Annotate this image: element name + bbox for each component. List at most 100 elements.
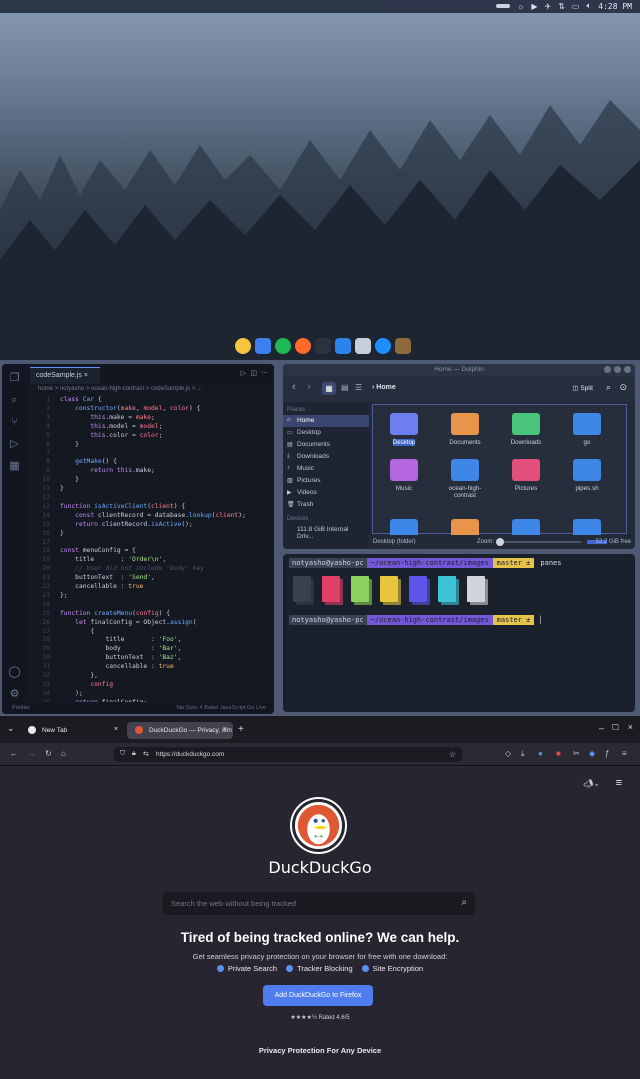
tab-duckduckgo[interactable]: DuckDuckGo — Privacy, sim × [127, 722, 233, 739]
account-icon[interactable]: ◯ [8, 666, 21, 678]
minimize-icon[interactable]: – [599, 723, 604, 733]
maximize-icon[interactable]: ☐ [612, 723, 619, 732]
terminal-window[interactable]: notyasho@yasho-pc ~/ocean-high-contrast/… [283, 554, 635, 712]
tab-codesample[interactable]: codeSample.js × [30, 367, 100, 384]
places-item[interactable]: ▤ Documents [283, 439, 369, 451]
close-button[interactable] [624, 366, 631, 373]
lock-icon[interactable]: 🔒︎ [132, 750, 136, 758]
display-icon[interactable]: ▭ [572, 2, 580, 11]
site-menu-icon[interactable]: ≡ [616, 777, 622, 789]
file-item[interactable]: ocean-high-contrast [440, 459, 490, 499]
permissions-icon[interactable]: ⇆ [143, 750, 149, 758]
font-icon[interactable]: ƒ [605, 749, 609, 758]
split-button[interactable]: ◫ Split [572, 384, 593, 392]
file-item[interactable]: Pictures [501, 459, 551, 492]
breadcrumb[interactable]: home > notyasho > ocean-high-contrast > … [38, 386, 202, 392]
pidgin-icon[interactable] [235, 338, 251, 354]
places-item[interactable]: ▭ Desktop [283, 427, 369, 439]
tracking-shield-icon[interactable]: ⛉ [120, 750, 125, 758]
terminal-icon[interactable] [315, 338, 331, 354]
places-item[interactable]: ⤓ Downloads [283, 451, 369, 463]
compact-view-icon[interactable]: ▤ [341, 383, 349, 392]
folder-icon[interactable] [573, 519, 601, 535]
places-item[interactable]: ▶ Videos [283, 487, 369, 499]
editor-status-right[interactable]: Tab Size: 4 Babel JavaScript Go Live [176, 705, 267, 711]
file-item[interactable]: go [562, 413, 612, 446]
folder-icon[interactable] [451, 519, 479, 535]
minimize-button[interactable] [604, 366, 611, 373]
zoom-slider-handle[interactable] [496, 538, 504, 546]
downloads-icon[interactable]: ⤓ [521, 749, 525, 759]
places-item[interactable]: 🗑︎ Trash [283, 499, 369, 511]
megaphone-icon[interactable]: 📣︎⌄ [583, 779, 600, 788]
device-item[interactable]: 111.8 GiB Internal Driv... [283, 524, 369, 540]
places-item[interactable]: ⌂ Home [283, 415, 369, 427]
reload-icon[interactable]: ↻ [45, 749, 52, 758]
file-item[interactable]: Music [379, 459, 429, 492]
pocket-icon[interactable]: ◇ [505, 749, 511, 758]
bitwarden-icon[interactable]: ◆ [589, 749, 595, 758]
tab-new-tab[interactable]: New Tab × [20, 722, 124, 739]
hamburger-menu-icon[interactable]: ≡ [622, 749, 627, 758]
search-icon[interactable]: ⌕ [606, 382, 611, 393]
source-control-icon[interactable]: ⑂ [8, 416, 21, 428]
zoom-slider[interactable] [496, 538, 581, 546]
extension-icon[interactable]: ● [538, 749, 543, 758]
back-icon[interactable]: ‹ [292, 381, 296, 393]
back-icon[interactable]: ← [10, 749, 18, 758]
forward-icon[interactable]: → [28, 749, 36, 758]
ublock-icon[interactable]: ■ [556, 749, 561, 758]
places-item[interactable]: ♪ Music [283, 463, 369, 475]
duckduckgo-logo[interactable] [292, 799, 345, 852]
new-tab-icon[interactable]: + [238, 724, 244, 735]
close-tab-icon[interactable]: × [223, 726, 227, 733]
blender-icon[interactable] [355, 338, 371, 354]
vscode-icon[interactable] [335, 338, 351, 354]
code-text[interactable]: class Car { constructor(make, model, col… [60, 396, 270, 708]
file-item[interactable]: Documents [440, 413, 490, 446]
places-item[interactable]: ▨ Pictures [283, 475, 369, 487]
split-editor-icon[interactable]: ◫ [250, 369, 257, 377]
files-icon[interactable] [255, 338, 271, 354]
spotify-icon[interactable] [275, 338, 291, 354]
menu-icon[interactable]: ⊙ [619, 382, 627, 393]
folder-icon[interactable] [512, 519, 540, 535]
brightness-icon[interactable]: ☼ [517, 2, 524, 11]
details-view-icon[interactable]: ☰ [355, 383, 362, 392]
tab-list-icon[interactable]: ⌄ [7, 723, 15, 734]
file-item[interactable]: pipes.sh [562, 459, 612, 492]
clock[interactable]: 4:28 PM [598, 2, 632, 11]
location-breadcrumb[interactable]: › Home [372, 384, 396, 391]
firefox-icon[interactable] [295, 338, 311, 354]
close-icon[interactable]: × [84, 372, 88, 379]
network-icon[interactable]: ⇅ [558, 2, 565, 11]
telegram-icon[interactable]: ✈ [545, 2, 552, 11]
forward-icon[interactable]: › [307, 381, 311, 393]
close-tab-icon[interactable]: × [114, 726, 118, 733]
bookmark-star-icon[interactable]: ☆ [449, 750, 456, 759]
volume-icon[interactable]: 🔈︎ [586, 1, 591, 11]
prettier-status[interactable]: Prettier [12, 705, 30, 711]
search-icon[interactable]: ⌕ [8, 394, 21, 406]
gimp-icon[interactable] [395, 338, 411, 354]
close-window-icon[interactable]: × [628, 722, 633, 732]
screenshot-icon[interactable]: ✂ [573, 749, 580, 758]
settings-gear-icon[interactable]: ⚙ [8, 688, 21, 700]
add-to-firefox-button[interactable]: Add DuckDuckGo to Firefox [263, 985, 373, 1006]
explorer-icon[interactable]: ❐ [8, 372, 21, 384]
maximize-button[interactable] [614, 366, 621, 373]
workspace-indicator[interactable] [496, 4, 510, 8]
media-play-icon[interactable]: ▶ [531, 2, 537, 11]
more-icon[interactable]: ⋯ [261, 369, 268, 377]
run-debug-icon[interactable]: ▷ [8, 438, 21, 450]
file-item[interactable]: Downloads [501, 413, 551, 446]
home-icon[interactable]: ⌂ [61, 749, 66, 758]
icon-view-icon[interactable]: ▦ [322, 382, 336, 395]
messenger-icon[interactable] [375, 338, 391, 354]
folder-icon[interactable] [390, 519, 418, 535]
search-icon[interactable]: ⌕ [461, 897, 467, 908]
file-item[interactable]: Desktop [379, 413, 429, 446]
extensions-icon[interactable]: ▦ [8, 460, 21, 472]
search-input[interactable]: Search the web without being tracked ⌕ [163, 892, 475, 915]
run-icon[interactable]: ▷ [241, 369, 246, 377]
